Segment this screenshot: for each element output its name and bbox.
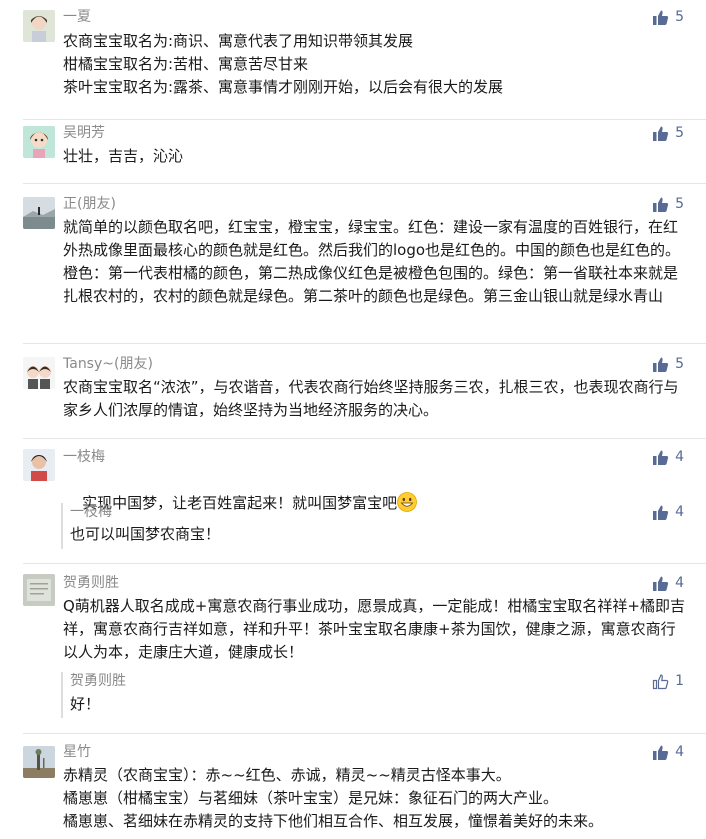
like-button[interactable]: 5 bbox=[652, 124, 684, 142]
comment-item: Tansy~(朋友) 5 农商宝宝取名“浓浓”，与农谐音，代表农商行始终坚持服务… bbox=[0, 344, 706, 439]
reply-commenter-name[interactable]: 贺勇则胜 bbox=[70, 672, 126, 690]
avatar[interactable] bbox=[23, 10, 55, 42]
thumbs-up-icon bbox=[653, 505, 669, 520]
reply-indicator bbox=[61, 503, 63, 549]
avatar[interactable] bbox=[23, 126, 55, 158]
like-button[interactable]: 5 bbox=[652, 195, 684, 213]
comment-text: 就简单的以颜色取名吧，红宝宝，橙宝宝，绿宝宝。红色：建设一家有温度的百姓银行，在… bbox=[63, 218, 681, 305]
comment-item: 星竹 4 赤精灵（农商宝宝）：赤~~红色、赤诚，精灵~~精灵古怪本事大。 橘崽崽… bbox=[0, 734, 706, 839]
like-count: 4 bbox=[675, 575, 684, 591]
comment-item: 正(朋友) 5 就简单的以颜色取名吧，红宝宝，橙宝宝，绿宝宝。红色：建设一家有温… bbox=[0, 184, 706, 344]
avatar[interactable] bbox=[23, 746, 55, 778]
comment-item: 吴明芳 5 壮壮，吉吉，沁沁 bbox=[0, 120, 706, 184]
like-count: 4 bbox=[675, 449, 684, 465]
comment-item: 一夏 5 农商宝宝取名为:商识、寓意代表了用知识带领其发展 柑橘宝宝取名为:苦柑… bbox=[0, 0, 706, 120]
grinning-face-emoji-icon bbox=[397, 492, 417, 512]
like-count: 1 bbox=[675, 673, 684, 689]
commenter-name[interactable]: 正(朋友) bbox=[63, 195, 116, 213]
thumbs-up-icon bbox=[653, 357, 669, 372]
thumbs-up-outline-icon bbox=[652, 673, 669, 689]
reply-text: 也可以叫国梦农商宝！ bbox=[70, 525, 221, 543]
like-button[interactable]: 4 bbox=[652, 574, 684, 592]
reply-commenter-name[interactable]: 一枝梅 bbox=[70, 503, 112, 521]
thumbs-up-icon bbox=[653, 197, 669, 212]
like-count: 4 bbox=[675, 744, 684, 760]
like-count: 5 bbox=[675, 356, 684, 372]
comment-item: 一枝梅 4 实现中国梦，让老百姓富起来！就叫国梦富宝吧 一枝梅 4 也可以叫国梦… bbox=[0, 439, 706, 564]
reply-like-button[interactable]: 4 bbox=[652, 503, 684, 521]
commenter-name[interactable]: 贺勇则胜 bbox=[63, 574, 119, 592]
reply-like-button[interactable]: 1 bbox=[652, 672, 684, 690]
thumbs-up-icon bbox=[653, 126, 669, 141]
avatar[interactable] bbox=[23, 197, 55, 229]
avatar[interactable] bbox=[23, 574, 55, 606]
commenter-name[interactable]: 一夏 bbox=[63, 8, 91, 26]
thumbs-up-icon bbox=[653, 745, 669, 760]
commenter-name[interactable]: 星竹 bbox=[63, 743, 91, 761]
avatar[interactable] bbox=[23, 357, 55, 389]
comment-text: Q萌机器人取名成成+寓意农商行事业成功，愿景成真，一定能成！柑橘宝宝取名祥祥+橘… bbox=[63, 597, 685, 661]
avatar[interactable] bbox=[23, 449, 55, 481]
like-button[interactable]: 5 bbox=[652, 8, 684, 26]
like-count: 5 bbox=[675, 9, 684, 25]
like-count: 5 bbox=[675, 196, 684, 212]
thumbs-up-icon bbox=[653, 450, 669, 465]
commenter-name[interactable]: Tansy~(朋友) bbox=[63, 355, 153, 373]
commenter-name[interactable]: 吴明芳 bbox=[63, 124, 105, 142]
like-button[interactable]: 4 bbox=[652, 743, 684, 761]
thumbs-up-icon bbox=[653, 10, 669, 25]
comment-text: 壮壮，吉吉，沁沁 bbox=[63, 147, 184, 165]
reply-indicator bbox=[61, 672, 63, 718]
commenter-name[interactable]: 一枝梅 bbox=[63, 448, 105, 466]
comment-text: 农商宝宝取名“浓浓”，与农谐音，代表农商行始终坚持服务三农，扎根三农，也表现农商… bbox=[63, 378, 679, 419]
thumbs-up-icon bbox=[653, 576, 669, 591]
comment-item: 贺勇则胜 4 Q萌机器人取名成成+寓意农商行事业成功，愿景成真，一定能成！柑橘宝… bbox=[0, 564, 706, 734]
comment-text: 赤精灵（农商宝宝）：赤~~红色、赤诚，精灵~~精灵古怪本事大。 橘崽崽（柑橘宝宝… bbox=[63, 766, 604, 830]
comment-text-content: 实现中国梦，让老百姓富起来！就叫国梦富宝吧 bbox=[82, 494, 398, 512]
like-count: 4 bbox=[675, 504, 684, 520]
like-button[interactable]: 4 bbox=[652, 448, 684, 466]
comment-text: 农商宝宝取名为:商识、寓意代表了用知识带领其发展 柑橘宝宝取名为:苦柑、寓意苦尽… bbox=[63, 32, 504, 96]
like-button[interactable]: 5 bbox=[652, 355, 684, 373]
reply-text: 好！ bbox=[70, 695, 101, 713]
like-count: 5 bbox=[675, 125, 684, 141]
